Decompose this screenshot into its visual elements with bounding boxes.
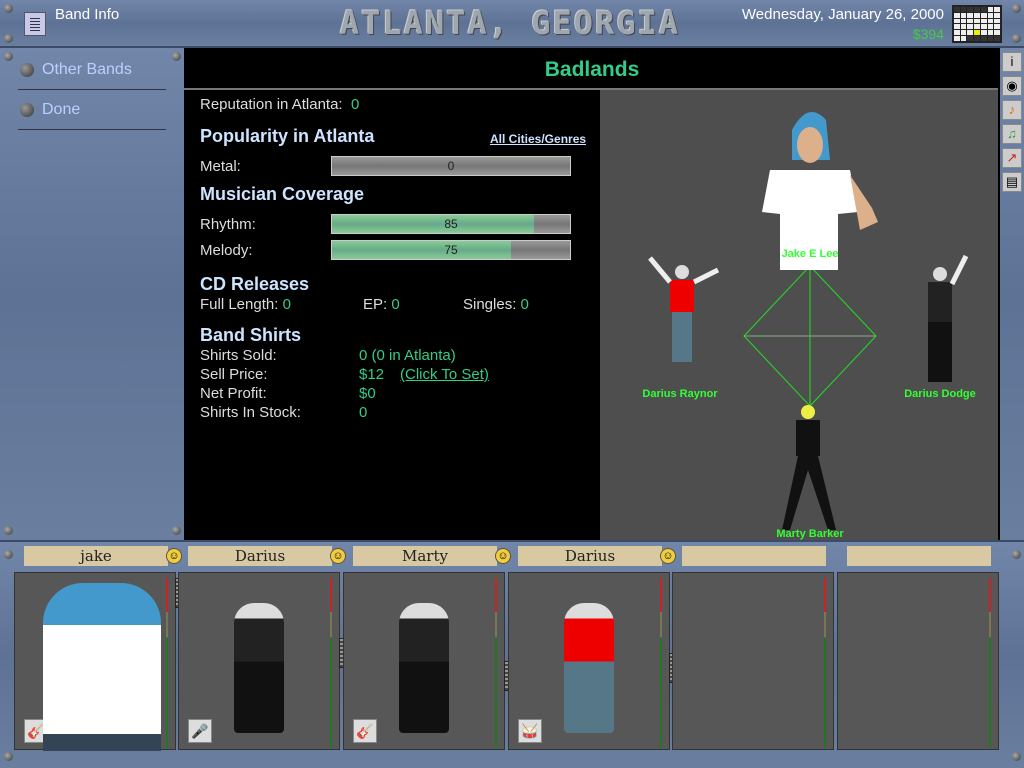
mood-smiley-icon[interactable]: ☺: [495, 548, 511, 564]
mood-smiley-icon[interactable]: ☺: [660, 548, 676, 564]
microphone-icon[interactable]: 🎤: [188, 719, 212, 743]
member-tab[interactable]: [682, 546, 826, 566]
volume-meter: [330, 578, 332, 748]
set-price-link[interactable]: (Click To Set): [400, 366, 489, 383]
cd-singles-value: 0: [520, 296, 529, 313]
member-portrait: [399, 603, 449, 733]
menu-icon[interactable]: [24, 12, 46, 36]
cd-full-value: 0: [282, 296, 291, 313]
reputation-label: Reputation in Atlanta:: [200, 96, 343, 113]
member-slot[interactable]: 🎤: [178, 572, 340, 750]
current-date: Wednesday, January 26, 2000: [741, 6, 944, 23]
money: $394: [912, 26, 944, 42]
band-chemistry-view: Jake E Lee Darius Raynor Darius Dodge Ma…: [600, 88, 998, 540]
chemistry-lines: [743, 265, 877, 407]
cd-icon[interactable]: ◉: [1002, 76, 1022, 96]
volume-meter: [824, 578, 826, 748]
member-name: Marty Barker: [776, 528, 844, 540]
shirts-sold-value: 0 (0 in Atlanta): [359, 347, 456, 364]
member-tab[interactable]: Marty: [353, 546, 497, 566]
cd-singles-label: Singles:: [463, 296, 517, 313]
other-bands-label: Other Bands: [42, 60, 132, 78]
band-members-bar: jake ☺ 🎸 Darius ☺ 🎤 Marty ☺ 🎸 Darius ☺ 🥁: [0, 540, 1024, 768]
volume-meter: [989, 578, 991, 748]
all-cities-link[interactable]: All Cities/Genres: [490, 132, 586, 146]
member-name: Jake E Lee: [781, 248, 839, 260]
member-tab[interactable]: [847, 546, 991, 566]
net-profit-label: Net Profit:: [200, 385, 267, 402]
chart-icon[interactable]: ↗: [1002, 148, 1022, 168]
city-title: ATLANTA, GEORGIA: [339, 4, 681, 42]
coverage-heading: Musician Coverage: [200, 184, 365, 204]
mood-smiley-icon[interactable]: ☺: [330, 548, 346, 564]
member-portrait: [564, 603, 614, 733]
button-dot-icon: [20, 62, 34, 77]
member-tab[interactable]: Darius: [518, 546, 662, 566]
member-slot[interactable]: [837, 572, 999, 750]
top-bar: Band Info ATLANTA, GEORGIA Wednesday, Ja…: [0, 0, 1024, 48]
done-button[interactable]: Done: [18, 90, 166, 130]
calendar-icon[interactable]: [952, 5, 1002, 43]
side-toolbar: i ◉ ♪ ♫ ↗ ▤: [1000, 48, 1024, 540]
member-portrait: [234, 603, 284, 733]
melody-bar: 75: [331, 240, 571, 260]
member-name: Darius Dodge: [904, 388, 976, 400]
genre-label: Metal:: [200, 158, 241, 175]
band-panel: Badlands Reputation in Atlanta: 0 Popula…: [184, 48, 1000, 540]
band-name: Badlands: [544, 58, 640, 81]
shirts-sold-label: Shirts Sold:: [200, 347, 277, 364]
bass-icon[interactable]: 🎸: [353, 719, 377, 743]
done-label: Done: [42, 100, 81, 118]
info-icon[interactable]: i: [1002, 52, 1022, 72]
member-portrait: [43, 583, 161, 751]
volume-meter: [166, 578, 168, 748]
sell-price-label: Sell Price:: [200, 366, 268, 383]
mood-smiley-icon[interactable]: ☺: [166, 548, 182, 564]
cd-full-label: Full Length:: [200, 296, 279, 313]
melody-label: Melody:: [200, 242, 253, 259]
member-name: Darius Raynor: [642, 388, 718, 400]
stock-value: 0: [359, 404, 368, 421]
member-figure-marty-barker: [782, 405, 836, 530]
other-bands-button[interactable]: Other Bands: [18, 50, 166, 90]
member-slot[interactable]: 🎸: [14, 572, 176, 751]
reputation-value: 0: [350, 96, 360, 113]
drum-icon[interactable]: 🥁: [518, 719, 542, 743]
music-note-icon[interactable]: ♪: [1002, 100, 1022, 120]
cd-heading: CD Releases: [200, 274, 310, 294]
member-slot[interactable]: 🥁: [508, 572, 670, 750]
genre-bar: 0: [331, 156, 571, 176]
member-tab[interactable]: Darius: [188, 546, 332, 566]
member-slot[interactable]: 🎸: [343, 572, 505, 750]
stock-label: Shirts In Stock:: [200, 404, 301, 421]
sell-price-value: $12: [359, 366, 385, 383]
cd-ep-label: EP:: [363, 296, 388, 313]
member-slot[interactable]: [672, 572, 834, 750]
member-figure-darius-dodge: [928, 254, 969, 382]
button-dot-icon: [20, 102, 34, 117]
volume-meter: [495, 578, 497, 748]
volume-meter: [660, 578, 662, 748]
cd-ep-value: 0: [391, 296, 400, 313]
rhythm-label: Rhythm:: [200, 216, 256, 233]
screen-title: Band Info: [55, 6, 120, 23]
news-icon[interactable]: ▤: [1002, 172, 1022, 192]
rhythm-bar: 85: [331, 214, 571, 234]
left-panel: Other Bands Done: [0, 48, 184, 540]
member-tab[interactable]: jake: [24, 546, 168, 566]
popularity-heading: Popularity in Atlanta: [200, 126, 375, 146]
shirts-heading: Band Shirts: [200, 325, 302, 345]
member-figure-darius-raynor: [648, 256, 720, 362]
net-profit-value: $0: [359, 385, 376, 402]
guitar-icon[interactable]: ♫: [1002, 124, 1022, 144]
member-figure-jake: [762, 112, 878, 270]
